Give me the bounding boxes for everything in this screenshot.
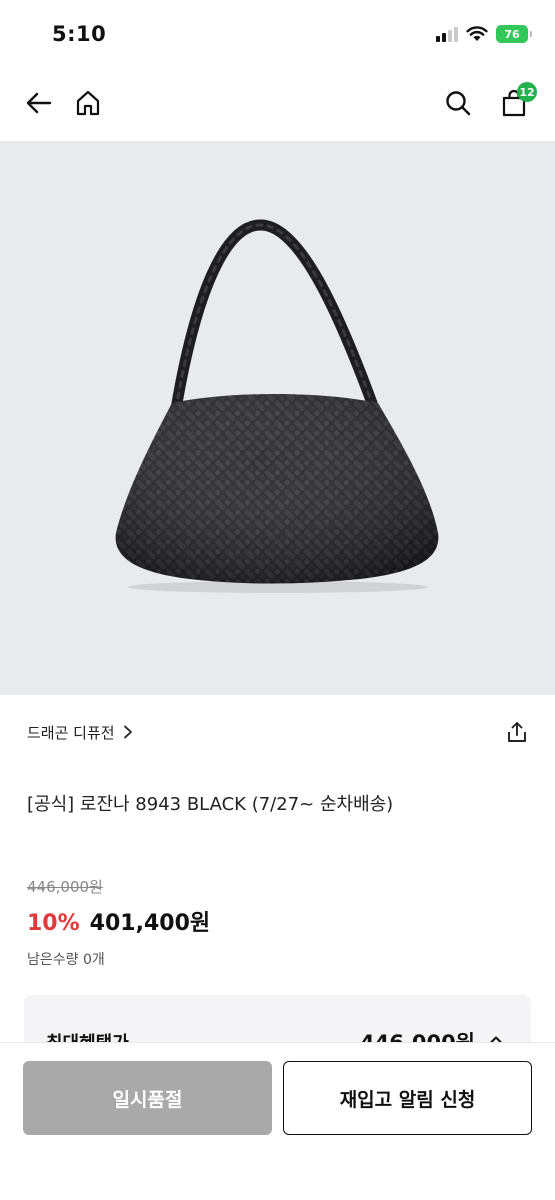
discount-rate: 10% [27, 911, 80, 936]
restock-alert-button[interactable]: 재입고 알림 신청 [283, 1061, 532, 1135]
original-price: 446,000원 [27, 878, 103, 896]
battery-level: 76 [504, 27, 520, 41]
search-icon [446, 91, 471, 116]
home-icon [76, 90, 100, 116]
status-time: 5:10 [52, 22, 107, 46]
search-button[interactable] [443, 88, 473, 118]
soldout-button[interactable]: 일시품절 [23, 1061, 272, 1135]
cart-button[interactable]: 12 [499, 82, 537, 118]
remaining-stock: 남은수량 0개 [27, 952, 105, 968]
battery-icon: 76 [496, 25, 532, 43]
sale-price: 401,400원 [89, 911, 211, 936]
cart-count-badge: 12 [517, 82, 537, 102]
top-nav: 12 [0, 72, 555, 136]
cellular-signal-icon [436, 26, 458, 42]
brand-name: 드래곤 디퓨전 [27, 723, 115, 742]
home-button[interactable] [73, 88, 103, 118]
brand-link[interactable]: 드래곤 디퓨전 [27, 722, 133, 743]
back-arrow-icon [26, 92, 52, 114]
share-icon[interactable] [506, 721, 528, 743]
product-image [0, 141, 555, 695]
price-row: 10% 401,400원 [27, 905, 210, 937]
chevron-right-icon [123, 725, 132, 739]
wifi-icon [466, 26, 488, 41]
product-title: [공식] 로잔나 8943 BLACK (7/27~ 순차배송) [27, 794, 394, 815]
status-bar: 5:10 76 [0, 0, 555, 66]
brand-row: 드래곤 디퓨전 [27, 720, 528, 744]
bottom-action-bar: 일시품절 재입고 알림 신청 [0, 1042, 555, 1200]
status-indicators: 76 [436, 25, 532, 43]
woven-bag-image [115, 219, 439, 593]
back-button[interactable] [24, 88, 54, 118]
